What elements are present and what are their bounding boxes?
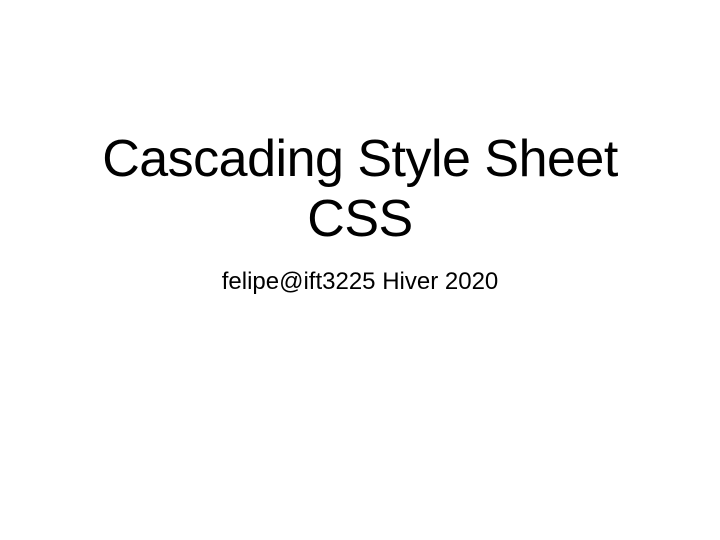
slide-title: Cascading Style Sheet CSS [102, 130, 618, 250]
slide-subtitle: felipe@ift3225 Hiver 2020 [222, 268, 499, 296]
title-line-2: CSS [102, 190, 618, 250]
title-line-1: Cascading Style Sheet [102, 130, 618, 190]
